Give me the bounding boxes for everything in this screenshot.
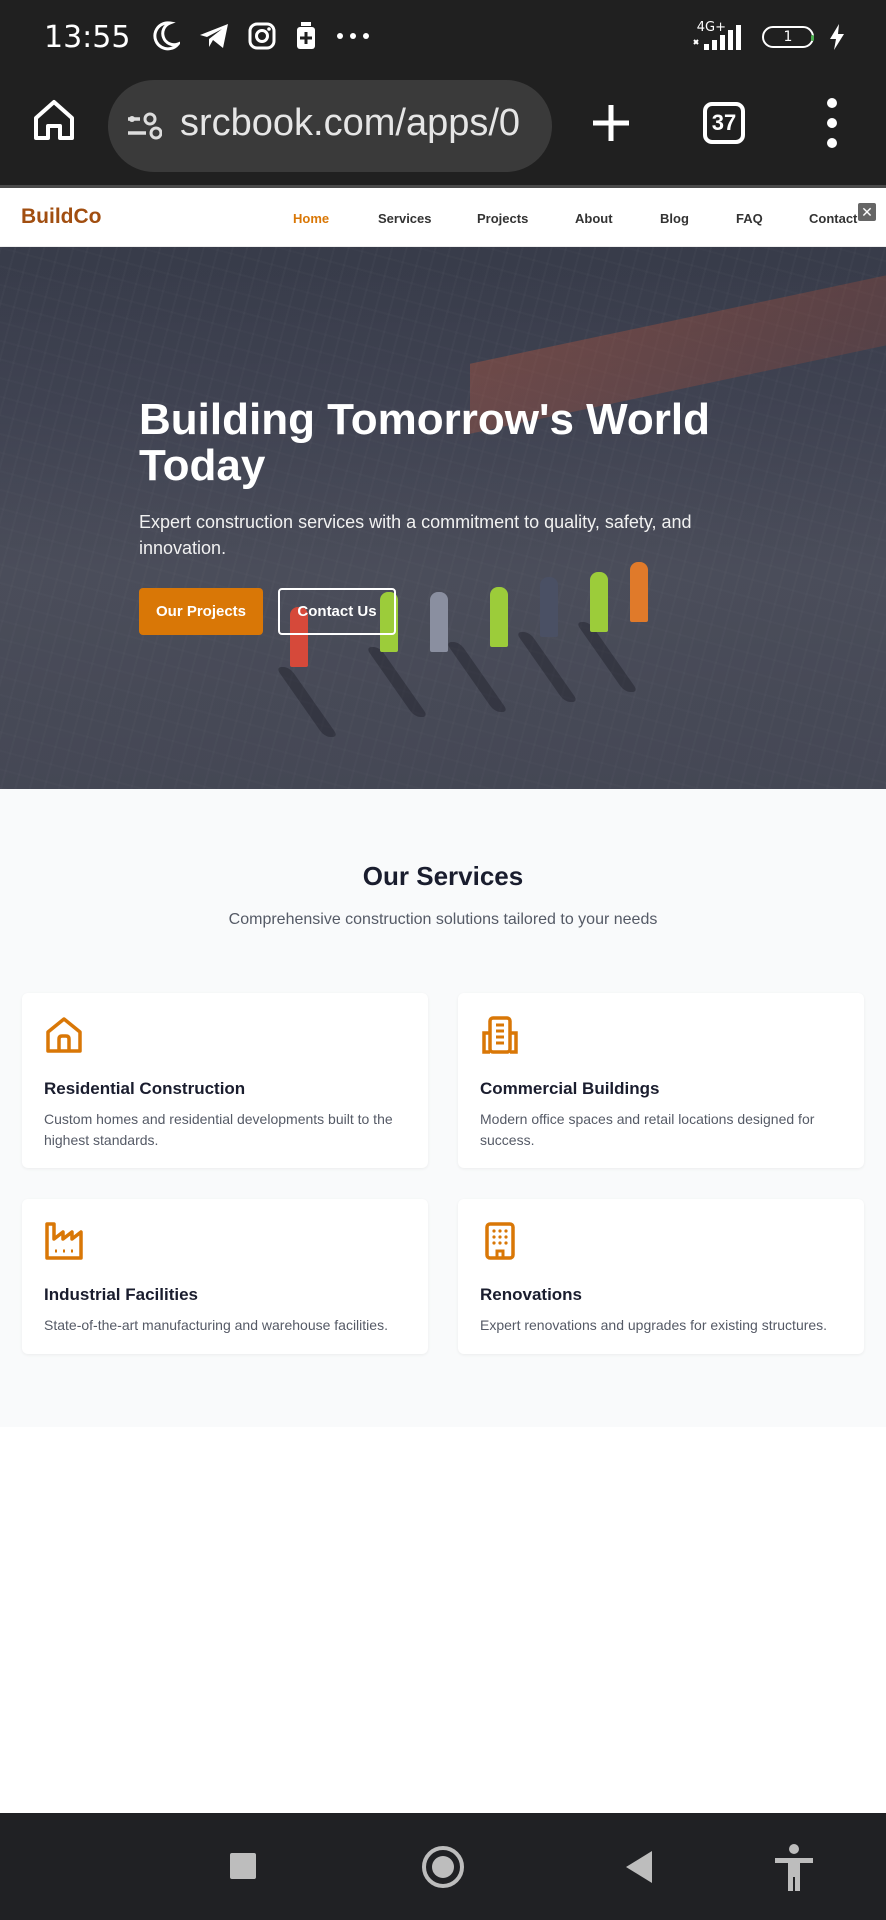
nav-contact[interactable]: Contact [809, 211, 857, 226]
home-button-icon[interactable] [422, 1846, 464, 1888]
card-description: Expert renovations and upgrades for exis… [480, 1317, 828, 1333]
service-card-renovations[interactable]: Renovations Expert renovations and upgra… [458, 1199, 864, 1354]
card-description: Modern office spaces and retail location… [480, 1111, 815, 1148]
home-icon[interactable] [30, 96, 78, 144]
sim-icon [297, 22, 315, 49]
card-title: Renovations [480, 1285, 583, 1304]
notification-icons [150, 20, 370, 52]
nav-faq[interactable]: FAQ [736, 211, 763, 226]
hero-title: Building Tomorrow's World Today [139, 395, 711, 490]
nav-about[interactable]: About [575, 211, 613, 226]
browser-toolbar: srcbook.com/apps/0 37 [0, 76, 886, 188]
system-navigation-bar [0, 1813, 886, 1920]
our-projects-button[interactable]: Our Projects [139, 588, 263, 635]
recents-icon[interactable] [230, 1853, 256, 1879]
battery-icon: 1 [762, 26, 814, 48]
site-settings-icon[interactable] [126, 108, 162, 144]
home-icon [46, 1017, 82, 1053]
instagram-icon [248, 22, 276, 50]
office-building-icon [482, 1016, 518, 1054]
tab-switcher-button[interactable]: 37 [703, 102, 745, 144]
service-card-commercial[interactable]: Commercial Buildings Modern office space… [458, 993, 864, 1168]
browser-menu-icon[interactable] [820, 98, 844, 148]
more-icon [337, 33, 369, 39]
nav-services[interactable]: Services [378, 211, 432, 226]
telegram-icon [200, 24, 228, 48]
factory-icon [45, 1222, 83, 1260]
back-icon[interactable] [626, 1851, 652, 1883]
address-bar[interactable]: srcbook.com/apps/0 [108, 80, 552, 172]
card-description: Custom homes and residential development… [44, 1111, 393, 1148]
accessibility-icon[interactable] [772, 1843, 816, 1893]
card-description: State-of-the-art manufacturing and wareh… [44, 1317, 388, 1333]
services-title: Our Services [362, 861, 524, 891]
building-icon [485, 1222, 515, 1260]
nav-projects[interactable]: Projects [477, 211, 528, 226]
services-subtitle: Comprehensive construction solutions tai… [228, 911, 658, 928]
hero-section: Building Tomorrow's World Today Expert c… [0, 247, 886, 789]
close-icon[interactable]: ✕ [858, 203, 876, 221]
hero-subtitle: Expert construction services with a comm… [139, 512, 692, 558]
moon-icon [153, 21, 180, 51]
contact-us-button[interactable]: Contact Us [278, 588, 396, 635]
charging-icon [830, 24, 844, 50]
nav-blog[interactable]: Blog [660, 211, 689, 226]
url-text[interactable]: srcbook.com/apps/0 [180, 102, 542, 145]
nav-home[interactable]: Home [293, 211, 329, 226]
card-title: Industrial Facilities [44, 1285, 198, 1304]
status-bar: 13:55 4G+ 1 [0, 0, 886, 76]
page-blank-area [0, 1427, 886, 1813]
card-title: Commercial Buildings [480, 1079, 660, 1098]
signal-icon [693, 25, 741, 50]
nav-links: Home Services Projects About Blog FAQ Co… [0, 211, 886, 231]
status-time: 13:55 [44, 20, 131, 55]
card-title: Residential Construction [44, 1079, 246, 1098]
new-tab-icon[interactable] [590, 102, 632, 144]
service-card-residential[interactable]: Residential Construction Custom homes an… [22, 993, 428, 1168]
site-navbar: BuildCo Home Services Projects About Blo… [0, 191, 886, 247]
service-card-industrial[interactable]: Industrial Facilities State-of-the-art m… [22, 1199, 428, 1354]
services-section: Our Services Comprehensive construction … [0, 789, 886, 1427]
